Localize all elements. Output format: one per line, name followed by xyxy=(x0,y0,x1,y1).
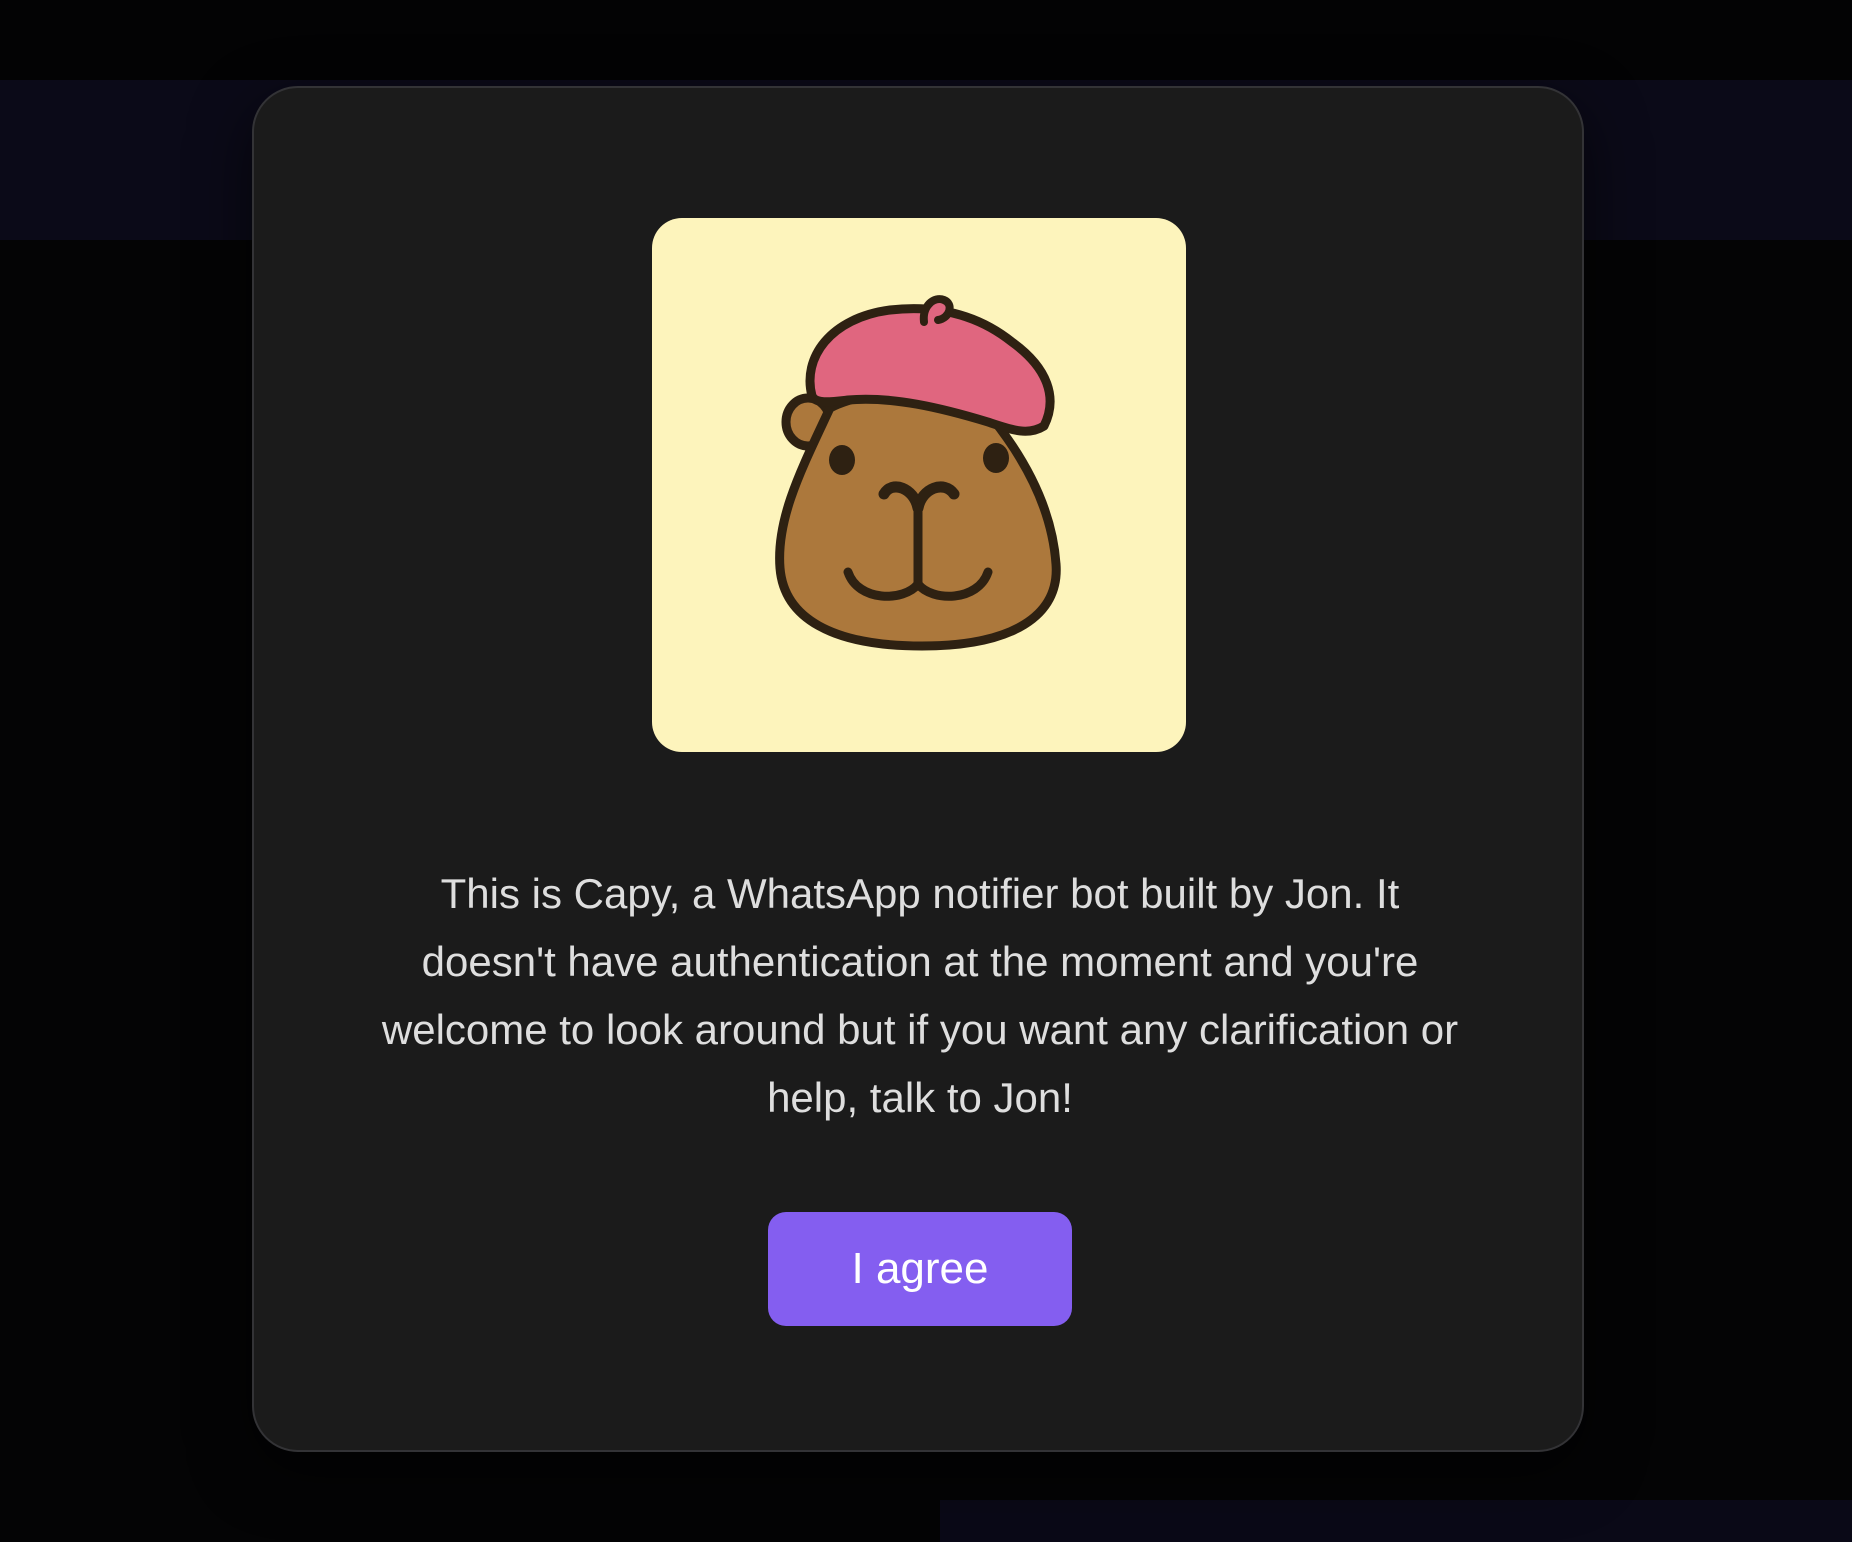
welcome-modal: This is Capy, a WhatsApp notifier bot bu… xyxy=(252,86,1584,1452)
capybara-with-beret-icon xyxy=(775,295,1061,651)
agree-button[interactable]: I agree xyxy=(768,1212,1072,1326)
capy-logo xyxy=(652,218,1186,752)
page-backdrop-strip xyxy=(940,1500,1852,1542)
welcome-message: This is Capy, a WhatsApp notifier bot bu… xyxy=(381,870,1459,1121)
